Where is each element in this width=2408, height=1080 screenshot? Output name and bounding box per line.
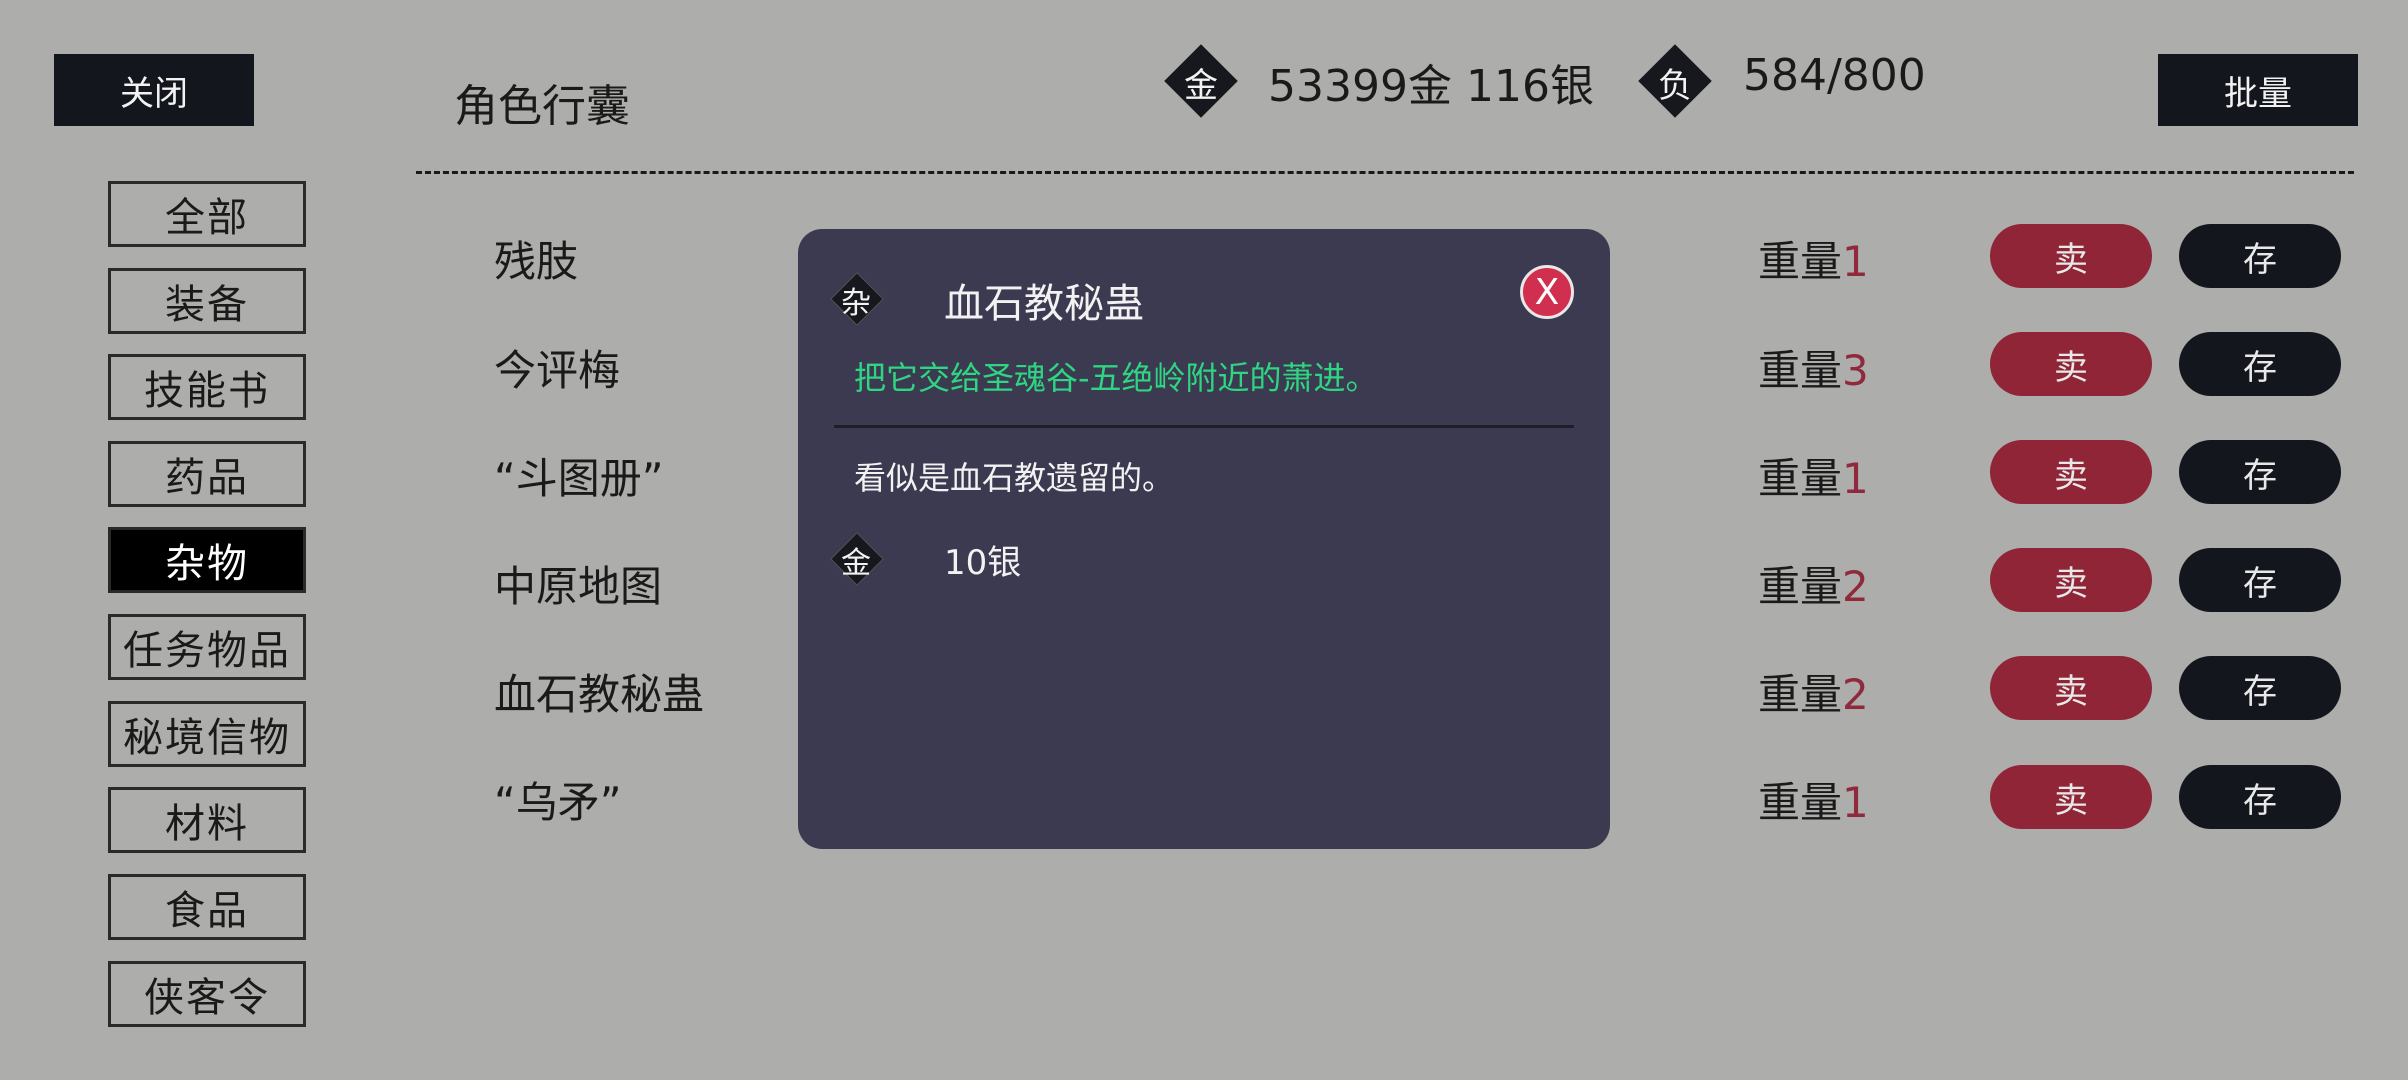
store-button[interactable]: 存: [2179, 440, 2341, 504]
category-equipment[interactable]: 装备: [108, 268, 306, 334]
sell-button[interactable]: 卖: [1990, 440, 2152, 504]
weight-label: 重量: [1758, 778, 1843, 827]
store-button[interactable]: 存: [2179, 224, 2341, 288]
category-medicine[interactable]: 药品: [108, 441, 306, 507]
quest-hint: 把它交给圣魂谷-五绝岭附近的萧进。: [854, 359, 1378, 397]
item-name[interactable]: 中原地图: [494, 553, 662, 614]
item-name[interactable]: 残肢: [494, 228, 578, 289]
sell-button[interactable]: 卖: [1990, 224, 2152, 288]
weight-value: 1: [1842, 237, 1869, 286]
weight-label: 重量: [1758, 237, 1843, 286]
item-weight: 重量2: [1758, 661, 1869, 722]
item-price: 10银: [944, 543, 1022, 583]
gold-icon-label: 金: [841, 546, 871, 581]
weight-value: 2: [1842, 562, 1869, 611]
category-quest-items[interactable]: 任务物品: [108, 614, 306, 680]
weight-label: 重量: [1758, 562, 1843, 611]
item-name[interactable]: “斗图册”: [494, 445, 664, 506]
item-name[interactable]: 血石教秘蛊: [494, 661, 704, 722]
item-weight: 重量1: [1758, 445, 1869, 506]
sell-button[interactable]: 卖: [1990, 548, 2152, 612]
item-name[interactable]: 今评梅: [494, 337, 620, 398]
dialog-close-button[interactable]: X: [1520, 265, 1574, 319]
close-button[interactable]: 关闭: [54, 54, 254, 126]
store-button[interactable]: 存: [2179, 548, 2341, 612]
item-weight: 重量1: [1758, 769, 1869, 830]
category-all[interactable]: 全部: [108, 181, 306, 247]
category-secret-tokens[interactable]: 秘境信物: [108, 701, 306, 767]
weight-icon-label: 负: [1658, 66, 1692, 106]
dialog-title: 血石教秘蛊: [944, 281, 1144, 327]
store-button[interactable]: 存: [2179, 332, 2341, 396]
category-materials[interactable]: 材料: [108, 787, 306, 853]
header-divider: [416, 171, 2354, 174]
dialog-divider: [834, 425, 1574, 428]
item-description: 看似是血石教遗留的。: [854, 459, 1175, 497]
store-button[interactable]: 存: [2179, 765, 2341, 829]
sell-button[interactable]: 卖: [1990, 765, 2152, 829]
item-weight: 重量2: [1758, 553, 1869, 614]
weight-label: 重量: [1758, 670, 1843, 719]
weight-value: 1: [1842, 454, 1869, 503]
category-food[interactable]: 食品: [108, 874, 306, 940]
sell-button[interactable]: 卖: [1990, 656, 2152, 720]
weight-value: 2: [1842, 670, 1869, 719]
weight-value: 3: [1842, 346, 1869, 395]
carry-weight-display: 584/800: [1743, 50, 1926, 101]
weight-label: 重量: [1758, 346, 1843, 395]
sell-button[interactable]: 卖: [1990, 332, 2152, 396]
gold-icon-label: 金: [1184, 66, 1218, 106]
category-hero-tokens[interactable]: 侠客令: [108, 961, 306, 1027]
item-weight: 重量3: [1758, 337, 1869, 398]
batch-button[interactable]: 批量: [2158, 54, 2358, 126]
item-type-label: 杂: [841, 286, 871, 321]
category-misc[interactable]: 杂物: [108, 527, 306, 593]
store-button[interactable]: 存: [2179, 656, 2341, 720]
category-skill-books[interactable]: 技能书: [108, 354, 306, 420]
weight-label: 重量: [1758, 454, 1843, 503]
page-title: 角色行囊: [454, 81, 630, 132]
money-display: 53399金 116银: [1268, 61, 1594, 112]
item-weight: 重量1: [1758, 228, 1869, 289]
weight-value: 1: [1842, 778, 1869, 827]
item-name[interactable]: “乌矛”: [494, 769, 622, 830]
item-detail-dialog: 杂 血石教秘蛊 X 把它交给圣魂谷-五绝岭附近的萧进。 看似是血石教遗留的。 金…: [798, 229, 1610, 849]
